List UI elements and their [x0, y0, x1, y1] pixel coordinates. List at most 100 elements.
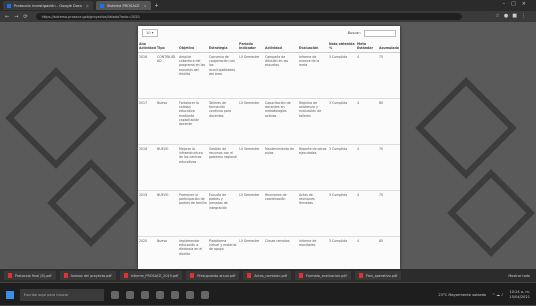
tray-icons[interactable]: ^ ☁ ♪ — [492, 293, 503, 297]
table-cell: Nuevo — [156, 98, 178, 145]
mail-icon[interactable] — [201, 290, 209, 299]
reload-icon[interactable]: ⟳ — [23, 14, 27, 20]
table-cell: 2016 — [138, 52, 156, 99]
window-controls[interactable]: –□× — [503, 1, 532, 7]
powerpoint-icon[interactable] — [186, 290, 194, 299]
taskbar: Protocolo final (8).pdf Anexos del proye… — [0, 269, 536, 305]
table-cell: 2019 — [138, 190, 156, 237]
back-icon[interactable]: ← — [5, 14, 9, 20]
table-cell: 3 Cumplido — [328, 52, 356, 99]
search-input[interactable] — [364, 29, 396, 37]
tab-label: Protocolo investigación - Google Docs — [14, 3, 82, 8]
col-header[interactable]: Meta Estándar — [356, 40, 378, 53]
pdf-icon — [190, 273, 195, 278]
table-cell: Reuniones de coordinación — [264, 190, 298, 237]
table-cell: Capacitación de docentes en metodologías… — [264, 98, 298, 145]
table-cell: Actas de reuniones firmadas — [298, 190, 328, 237]
table-cell: Reporte de obras ejecutadas — [298, 144, 328, 191]
content-panel: 10 ▾ Buscar: Año Actividad Tipo Objetivo… — [138, 26, 400, 269]
table-row: 2016 CONTINUIDAD Ampliar cobertura del pro… — [138, 52, 400, 99]
table-cell: Mantenimiento de aulas — [264, 144, 298, 191]
chrome-icon[interactable] — [141, 290, 149, 299]
table-cell: 75 — [378, 52, 400, 99]
table-cell: Nuevo — [156, 236, 178, 269]
page-size-value: 10 — [146, 31, 151, 35]
table-cell: Promover la participación de padres de f… — [178, 190, 208, 237]
download-item[interactable]: Protocolo final (8).pdf — [4, 271, 56, 280]
pattern-shape — [447, 169, 535, 257]
table-cell: NUEVO — [156, 144, 178, 191]
table-cell: CONTINUIDAD — [156, 52, 178, 99]
table-cell: 80 — [378, 98, 400, 145]
taskbar-search-input[interactable]: Escribe aquí para buscar — [20, 288, 104, 301]
table-cell: 3 Cumplido — [328, 98, 356, 145]
download-item[interactable]: Presupuesto anual.pdf — [186, 271, 240, 280]
download-item[interactable]: Informe_PROSACE_2019.pdf — [119, 271, 183, 280]
table-cell: I-II Semestre — [238, 144, 264, 191]
table-cell: NUEVO — [156, 190, 178, 237]
table-row: 2019 NUEVO Promover la participación de pa… — [138, 190, 400, 237]
table-cell: 3 Cumplido — [328, 190, 356, 237]
search-area: Buscar: — [347, 29, 396, 37]
table-cell: 2018 — [138, 144, 156, 191]
data-table: Año Actividad Tipo Objetivo Estrategia P… — [138, 40, 400, 269]
col-header[interactable]: Periodo Indicador — [238, 40, 264, 53]
address-bar: ← → ⟳ https://sistema.prosace.gob/proyec… — [0, 11, 536, 22]
pattern-shape — [415, 77, 517, 179]
pdf-icon — [8, 273, 12, 278]
col-header[interactable]: Tipo — [156, 40, 178, 53]
pdf-icon — [247, 273, 252, 278]
table-cell: 4 — [356, 144, 378, 191]
close-icon[interactable]: × — [86, 4, 89, 8]
task-view-icon[interactable] — [111, 290, 119, 299]
file-explorer-icon[interactable] — [126, 290, 134, 299]
new-tab-icon[interactable]: + — [155, 3, 159, 9]
table-cell: Informe de monitoreo — [298, 236, 328, 269]
col-header[interactable]: Año Actividad — [138, 40, 156, 53]
system-tray: 23°C Mayormente soleado ^ ☁ ♪ 10:24 a. m… — [438, 290, 530, 300]
table-cell: 80 — [378, 236, 400, 269]
page-size-select[interactable]: 10 ▾ — [142, 29, 158, 37]
table-cell: Registro de asistencia y evaluación de t… — [298, 98, 328, 145]
table-cell: Fortalecer la calidad educativa mediante… — [178, 98, 208, 145]
search-label: Buscar: — [347, 31, 361, 35]
downloads-bar: Protocolo final (8).pdf Anexos del proye… — [0, 269, 536, 283]
close-icon[interactable]: × — [144, 4, 147, 8]
clock[interactable]: 10:24 a. m. 15/04/2021 — [509, 290, 530, 300]
word-icon[interactable] — [156, 290, 164, 299]
col-header[interactable]: Evaluación — [298, 40, 328, 53]
weather-text[interactable]: 23°C Mayormente soleado — [438, 293, 486, 297]
table-cell: Ampliar cobertura del programa en las es… — [178, 52, 208, 99]
col-header[interactable]: Acumulado — [378, 40, 400, 53]
table-cell: Plataforma virtual y material de apoyo — [208, 236, 238, 269]
table-cell: Clases remotas — [264, 236, 298, 269]
table-cell: 75 — [378, 190, 400, 237]
extensions-icons[interactable]: ☆●■⋮ — [495, 13, 530, 19]
excel-icon[interactable] — [171, 290, 179, 299]
col-header[interactable]: Estrategia — [208, 40, 238, 53]
table-cell: I-II Semestre — [238, 236, 264, 269]
url-field[interactable]: https://sistema.prosace.gob/proyectos/li… — [35, 13, 462, 20]
table-cell: 3 Cumplido — [328, 236, 356, 269]
table-cell: 3 Cumplido — [328, 144, 356, 191]
table-cell: Gestión de recursos con el gobierno regi… — [208, 144, 238, 191]
download-item[interactable]: Anexos del proyecto.pdf — [59, 271, 116, 280]
download-item[interactable]: Plan_operativo.pdf — [354, 271, 402, 280]
windows-taskbar: Escribe aquí para buscar 23°C Mayormente… — [0, 283, 536, 306]
col-header[interactable]: Objetivo — [178, 40, 208, 53]
tab-label: Sistema PROSACE — [106, 3, 140, 8]
show-all-downloads[interactable]: Mostrar todo — [508, 274, 530, 278]
windows-start-icon[interactable] — [6, 290, 14, 299]
download-item[interactable]: Actas_comision.pdf — [243, 271, 291, 280]
download-item[interactable]: Formato_evaluacion.pdf — [294, 271, 351, 280]
table-cell: I-II Semestre — [238, 98, 264, 145]
table-cell: I-II Semestre — [238, 190, 264, 237]
browser-tab-2[interactable]: Sistema PROSACE × — [95, 1, 151, 10]
table-cell: Mejorar la infraestructura de los centro… — [178, 144, 208, 191]
col-header[interactable]: Nota obtenida % — [328, 40, 356, 53]
table-cell: Informe de avance de la meta — [298, 52, 328, 99]
forward-icon[interactable]: → — [14, 14, 18, 20]
col-header[interactable]: Actividad — [264, 40, 298, 53]
table-cell: 4 — [356, 52, 378, 99]
browser-tab-1[interactable]: Protocolo investigación - Google Docs × — [3, 1, 93, 10]
